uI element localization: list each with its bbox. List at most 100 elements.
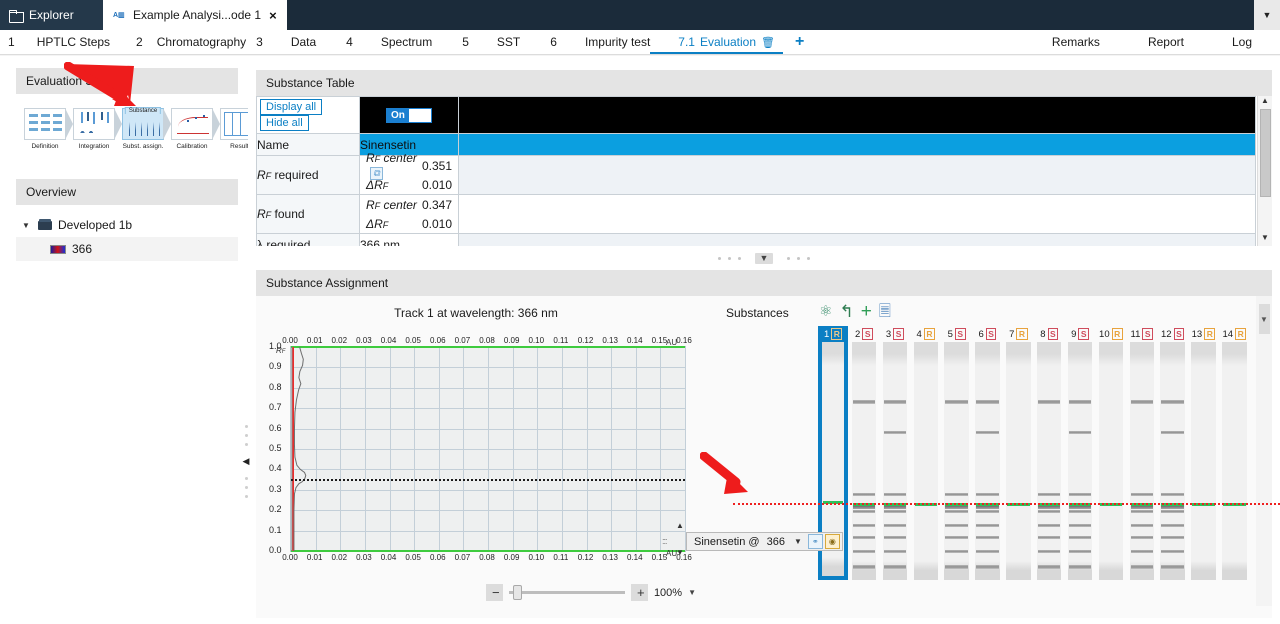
evaluation-steps-header: Evaluation Steps: [16, 68, 238, 94]
track-lane-14[interactable]: [1219, 342, 1249, 580]
track-lane-5[interactable]: [941, 342, 971, 580]
zoom-in-button[interactable]: +: [630, 584, 648, 601]
chevron-down-icon[interactable]: ▼: [1254, 0, 1280, 30]
scroll-up-icon[interactable]: ▲: [1261, 96, 1269, 109]
track-header-12[interactable]: 12 S: [1157, 326, 1187, 342]
left-collapse-handle[interactable]: ◀: [239, 316, 253, 606]
track-lane-11[interactable]: [1127, 342, 1157, 580]
display-all-button[interactable]: Display all: [260, 99, 323, 115]
track-band: [883, 524, 907, 528]
scroll-down-icon[interactable]: ▼: [1261, 233, 1269, 246]
track-header-8[interactable]: 8S: [1034, 326, 1064, 342]
rf-required-values[interactable]: RF center⧉ 0.351 ΔRF 0.010: [359, 151, 459, 195]
eval-step-integration[interactable]: Integration: [73, 108, 115, 151]
undo-icon[interactable]: ↰: [839, 303, 853, 320]
menu-log[interactable]: Log: [1208, 30, 1280, 54]
substance-selector[interactable]: Sinensetin @ 366 ▼ ⚭ ◉: [686, 532, 843, 551]
splitter-collapse-icon[interactable]: ▼: [754, 252, 774, 264]
add-icon[interactable]: +: [861, 302, 872, 321]
track-header-6[interactable]: 6S: [972, 326, 1002, 342]
pipette-icon[interactable]: ⚛: [819, 304, 832, 319]
chart-x-tick-label-top: 0.14: [626, 336, 643, 345]
rf-found-values[interactable]: RF center 0.347 ΔRF 0.010: [359, 194, 459, 234]
collapse-left-icon[interactable]: ◀: [243, 452, 250, 471]
trash-icon[interactable]: 🗑: [761, 36, 775, 49]
step-sst[interactable]: 5 SST: [432, 30, 520, 54]
substance-table-body: Display all Hide all On Name Sinensetin …: [256, 96, 1272, 246]
step-hptlc-steps[interactable]: 1 HPTLC Steps: [0, 30, 110, 54]
step-chromatography[interactable]: 2 Chromatography: [110, 30, 246, 54]
step-data[interactable]: 3 Data: [246, 30, 316, 54]
right-collapse-rail[interactable]: ▼: [1256, 296, 1272, 606]
target-icon[interactable]: ◉: [824, 534, 840, 549]
track-header-2[interactable]: 2S: [849, 326, 879, 342]
eval-step-substance-assign[interactable]: Substance Subst. assign.: [122, 107, 164, 151]
close-icon[interactable]: ×: [267, 9, 279, 22]
tree-item-366[interactable]: 366: [16, 237, 238, 262]
hide-all-button[interactable]: Hide all: [260, 115, 309, 131]
track-lane-6[interactable]: [972, 342, 1002, 580]
track-header-13[interactable]: 13 R: [1188, 326, 1218, 342]
lambda-required-value[interactable]: 366 nm: [359, 233, 459, 246]
chart-y-tick-label: 0.0: [269, 545, 282, 555]
add-step-button[interactable]: +: [783, 30, 804, 54]
track-header-3[interactable]: 3S: [880, 326, 910, 342]
track-band: [1038, 400, 1061, 405]
rf-required-empty-cell[interactable]: [458, 155, 1256, 195]
chart-plot-area[interactable]: [290, 346, 686, 552]
substance-table-scrollbar[interactable]: ▲ ▼: [1257, 96, 1272, 246]
track-header-4[interactable]: 4R: [911, 326, 941, 342]
track-lane-8[interactable]: [1034, 342, 1064, 580]
substance-on-toggle[interactable]: On: [386, 107, 432, 123]
track-lane-9[interactable]: [1065, 342, 1095, 580]
track-header-5[interactable]: 5S: [941, 326, 971, 342]
step-number: 7.1: [678, 35, 695, 49]
scrollbar-thumb[interactable]: [1259, 109, 1271, 197]
document-tab[interactable]: A▥ Example Analysi...ode 1 ×: [103, 0, 287, 30]
chevron-down-icon[interactable]: ▼: [792, 537, 808, 546]
track-header-14[interactable]: 14 R: [1219, 326, 1249, 342]
track-lane-4[interactable]: [911, 342, 941, 580]
zoom-out-button[interactable]: −: [486, 584, 503, 601]
track-lane-12[interactable]: [1157, 342, 1187, 580]
chart-x-tick-label-bottom: 0.03: [356, 553, 372, 562]
track-lane-2[interactable]: [849, 342, 879, 580]
track-header-7[interactable]: 7R: [1003, 326, 1033, 342]
track-lane-7[interactable]: [1003, 342, 1033, 580]
zoom-dropdown-icon[interactable]: ▼: [688, 588, 696, 597]
step-label: Chromatography: [156, 35, 247, 49]
explorer-tab[interactable]: Explorer: [0, 0, 103, 30]
substance-name-empty-cell[interactable]: [458, 133, 1256, 156]
menu-report[interactable]: Report: [1124, 30, 1208, 54]
track-band: [852, 564, 876, 569]
eval-step-definition[interactable]: Definition: [24, 108, 66, 151]
step-impurity-test[interactable]: 6 Impurity test: [520, 30, 650, 54]
zoom-slider[interactable]: [509, 585, 625, 600]
chart-x-tick-label-bottom: 0.09: [503, 553, 520, 562]
track-header-10[interactable]: 10 R: [1096, 326, 1126, 342]
chromatogram-chart[interactable]: AU RF AU 0.00 0.00 0.01 0.01 0.02 0.02 0.03 0.0…: [268, 334, 696, 574]
analysis-doc-icon: A▥: [113, 12, 125, 19]
track-header-1[interactable]: 1R: [818, 326, 849, 342]
pick-icon[interactable]: ⚭: [807, 534, 823, 549]
stepper-up-icon[interactable]: ▲: [676, 521, 684, 530]
lambda-required-empty-cell[interactable]: [458, 233, 1256, 246]
menu-remarks[interactable]: Remarks: [1028, 30, 1124, 54]
collapse-right-icon[interactable]: ▼: [1258, 304, 1270, 334]
track-lane-3[interactable]: [880, 342, 910, 580]
step-spectrum[interactable]: 4 Spectrum: [316, 30, 432, 54]
tree-item-developed-1b[interactable]: ▼ Developed 1b: [16, 213, 238, 237]
selector-stepper[interactable]: ▲ ▼: [674, 521, 686, 557]
stepper-down-icon[interactable]: ▼: [676, 548, 684, 557]
rf-found-empty-cell[interactable]: [458, 194, 1256, 234]
chevron-down-icon[interactable]: ▼: [22, 221, 32, 230]
eval-step-calibration[interactable]: Calibration: [171, 108, 213, 151]
new-page-icon[interactable]: 🗏: [879, 304, 891, 319]
track-lane-13[interactable]: [1188, 342, 1218, 580]
zoom-slider-knob[interactable]: [513, 585, 522, 600]
track-header-11[interactable]: 11 S: [1127, 326, 1157, 342]
panel-splitter[interactable]: ▼: [256, 248, 1272, 268]
track-header-9[interactable]: 9S: [1065, 326, 1095, 342]
step-evaluation[interactable]: 7.1 Evaluation 🗑: [650, 30, 783, 54]
track-lane-10[interactable]: [1096, 342, 1126, 580]
